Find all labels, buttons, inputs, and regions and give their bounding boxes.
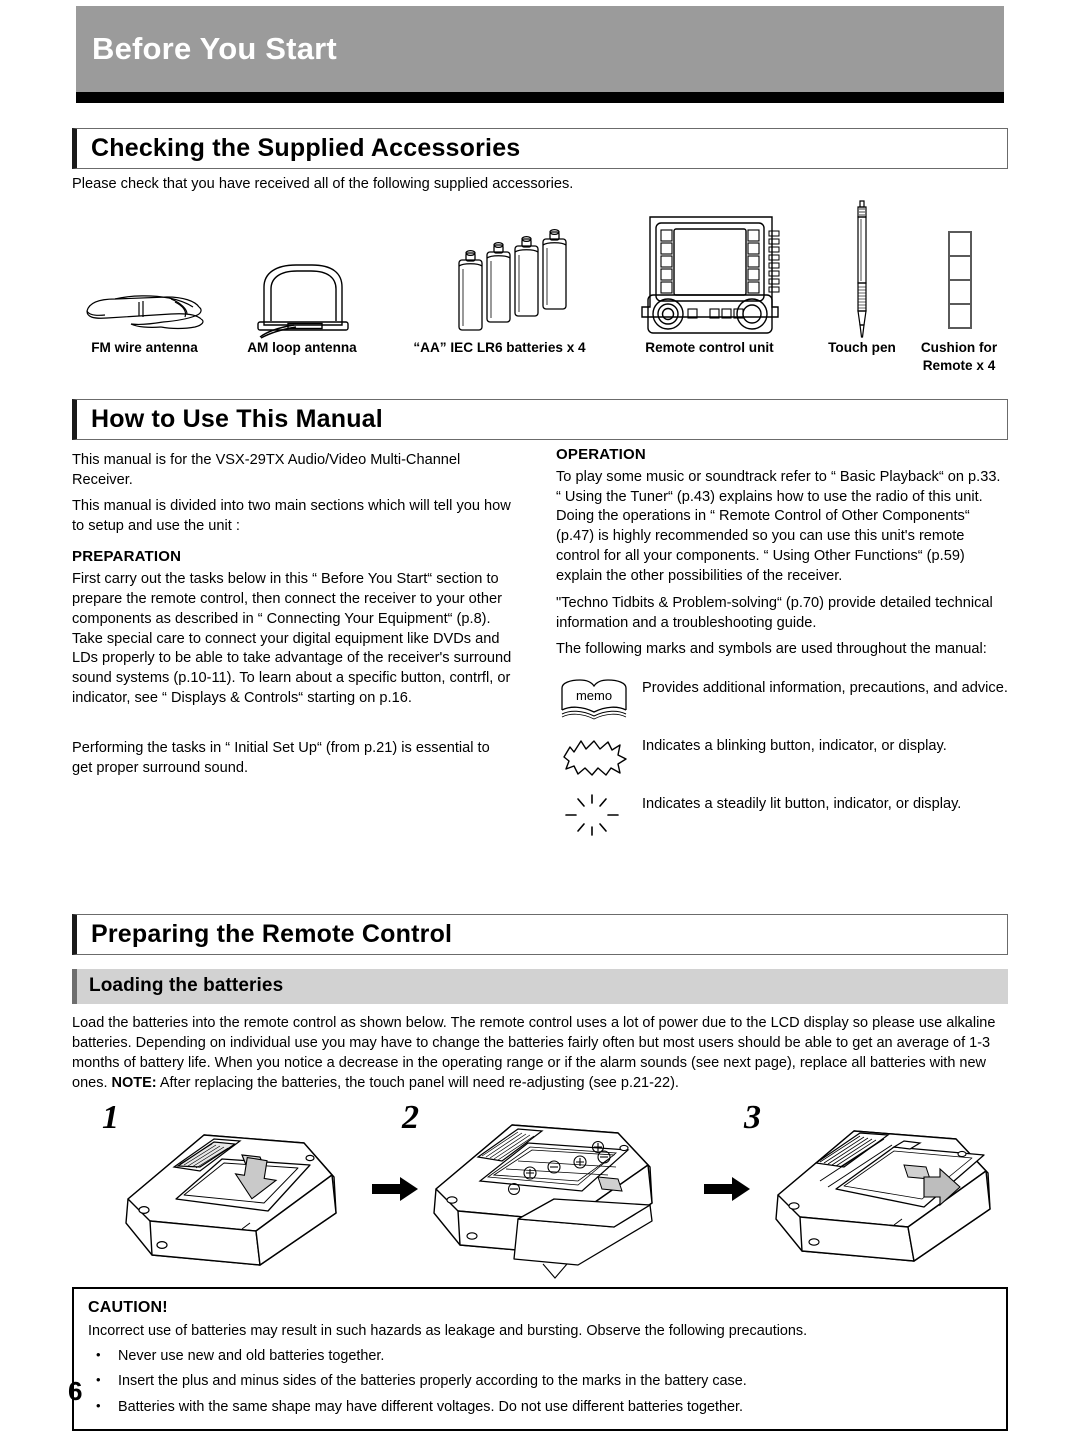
page-header-rule	[76, 92, 1004, 103]
accessory-item-fm-wire-antenna: FM wire antenna	[72, 199, 217, 357]
step-1-number: 1	[102, 1098, 119, 1136]
subsection-header-loading-batteries: Loading the batteries	[72, 968, 1008, 1004]
accessories-illustration-strip: FM wire antenna AM loop antenna “AA” IEC…	[72, 199, 1008, 399]
step-2-number: 2	[402, 1098, 419, 1136]
manual-left-column: This manual is for the VSX-29TX Audio/Vi…	[72, 444, 512, 779]
caution-bullet-item: Insert the plus and minus sides of the b…	[88, 1371, 992, 1391]
legend-text-blinking: Indicates a blinking button, indicator, …	[642, 738, 947, 755]
manual-para-initial-setup: Performing the tasks in “ Initial Set Up…	[72, 739, 490, 776]
manual-para-techno-tidbits: "Techno Tidbits & Problem-solving“ (p.70…	[556, 594, 993, 631]
accessory-label-line2: Remote x 4	[922, 357, 996, 373]
step-3-number: 3	[744, 1098, 761, 1136]
accessory-label: FM wire antenna	[91, 339, 198, 355]
accessory-item-remote-control-unit: Remote control unit	[617, 199, 802, 357]
accessory-label-line1: Cushion for	[920, 339, 998, 355]
legend-text-steady: Indicates a steadily lit button, indicat…	[642, 796, 962, 813]
manual-para-preparation-body: First carry out the tasks below in this …	[72, 571, 512, 707]
manual-para-sections-intro: This manual is divided into two main sec…	[72, 498, 511, 535]
step-3: 3	[744, 1099, 1009, 1273]
caution-bullet-item: Never use new and old batteries together…	[88, 1346, 992, 1366]
page-content: Checking the Supplied Accessories Please…	[72, 128, 1009, 1432]
caution-bullet-list: Never use new and old batteries together…	[88, 1346, 992, 1417]
cushion-icon	[910, 199, 1008, 339]
legend-row-memo: memo Provides additional information, pr…	[556, 676, 1008, 722]
aa-batteries-icon	[387, 199, 612, 339]
remote-back-cover-close-icon	[775, 1129, 991, 1262]
loading-batteries-note-label: NOTE:	[111, 1074, 157, 1091]
battery-loading-steps: 1 2 3	[72, 1099, 1009, 1279]
page-title: Before You Start	[92, 31, 337, 66]
touch-pen-icon	[814, 199, 910, 339]
fm-wire-antenna-icon	[72, 199, 217, 339]
caution-lead-text: Incorrect use of batteries may result in…	[88, 1322, 808, 1339]
remote-battery-compartment-icon	[433, 1123, 653, 1266]
accessories-intro-text: Please check that you have received all …	[72, 176, 574, 192]
alignment-chevron-icon	[542, 1263, 568, 1279]
caution-title: CAUTION!	[88, 1298, 168, 1316]
legend-row-blinking: Indicates a blinking button, indicator, …	[556, 734, 1008, 780]
accessory-item-touch-pen: Touch pen	[814, 199, 910, 357]
section-title-how-to-use-manual: How to Use This Manual	[91, 404, 383, 433]
section-title-preparing-remote: Preparing the Remote Control	[91, 919, 453, 948]
memo-icon-label: memo	[576, 688, 612, 703]
page-number: 6	[68, 1376, 83, 1406]
accessory-label: AM loop antenna	[247, 339, 357, 355]
legend-row-steady: Indicates a steadily lit button, indicat…	[556, 792, 1008, 838]
manual-two-column-area: This manual is for the VSX-29TX Audio/Vi…	[72, 444, 1008, 914]
loading-batteries-body: Load the batteries into the remote contr…	[72, 1013, 1008, 1093]
subsection-title-loading-batteries: Loading the batteries	[89, 974, 284, 996]
section-title-accessories: Checking the Supplied Accessories	[91, 134, 521, 162]
blinking-burst-icon	[556, 734, 642, 780]
steady-lit-icon	[556, 792, 642, 838]
manual-para-receiver-model: This manual is for the VSX-29TX Audio/Vi…	[72, 451, 461, 488]
remote-control-unit-icon	[617, 199, 802, 339]
manual-para-operation-body: To play some music or soundtrack refer t…	[556, 468, 1001, 584]
step-2: 2	[402, 1099, 682, 1273]
page-header-banner: Before You Start	[76, 6, 1004, 92]
legend-text-memo: Provides additional information, precaut…	[642, 680, 1008, 697]
am-loop-antenna-icon	[227, 199, 377, 339]
loading-batteries-body-part2: After replacing the batteries, the touch…	[156, 1074, 679, 1091]
accessory-item-cushion: Cushion for Remote x 4	[910, 199, 1008, 375]
symbol-legend-list: memo Provides additional information, pr…	[556, 676, 1008, 838]
memo-book-icon: memo	[556, 676, 642, 722]
manual-right-column: OPERATION To play some music or soundtra…	[556, 444, 1008, 851]
manual-para-marks-intro: The following marks and symbols are used…	[556, 641, 987, 658]
accessory-label: Remote control unit	[645, 339, 774, 355]
remote-back-cover-open-icon	[125, 1133, 337, 1266]
accessory-label: “AA” IEC LR6 batteries x 4	[413, 339, 586, 355]
manual-heading-operation: OPERATION	[556, 445, 646, 463]
step-1: 1	[92, 1099, 362, 1273]
accessory-item-aa-batteries: “AA” IEC LR6 batteries x 4	[387, 199, 612, 357]
section-header-how-to-use-manual: How to Use This Manual	[72, 398, 1008, 440]
section-header-preparing-remote: Preparing the Remote Control	[72, 913, 1008, 955]
section-header-accessories: Checking the Supplied Accessories	[72, 128, 1008, 169]
accessory-label: Touch pen	[828, 339, 896, 355]
caution-box: CAUTION! Incorrect use of batteries may …	[72, 1286, 1008, 1432]
manual-heading-preparation: PREPARATION	[72, 548, 182, 566]
accessory-item-am-loop-antenna: AM loop antenna	[227, 199, 377, 357]
caution-bullet-item: Batteries with the same shape may have d…	[88, 1397, 992, 1417]
